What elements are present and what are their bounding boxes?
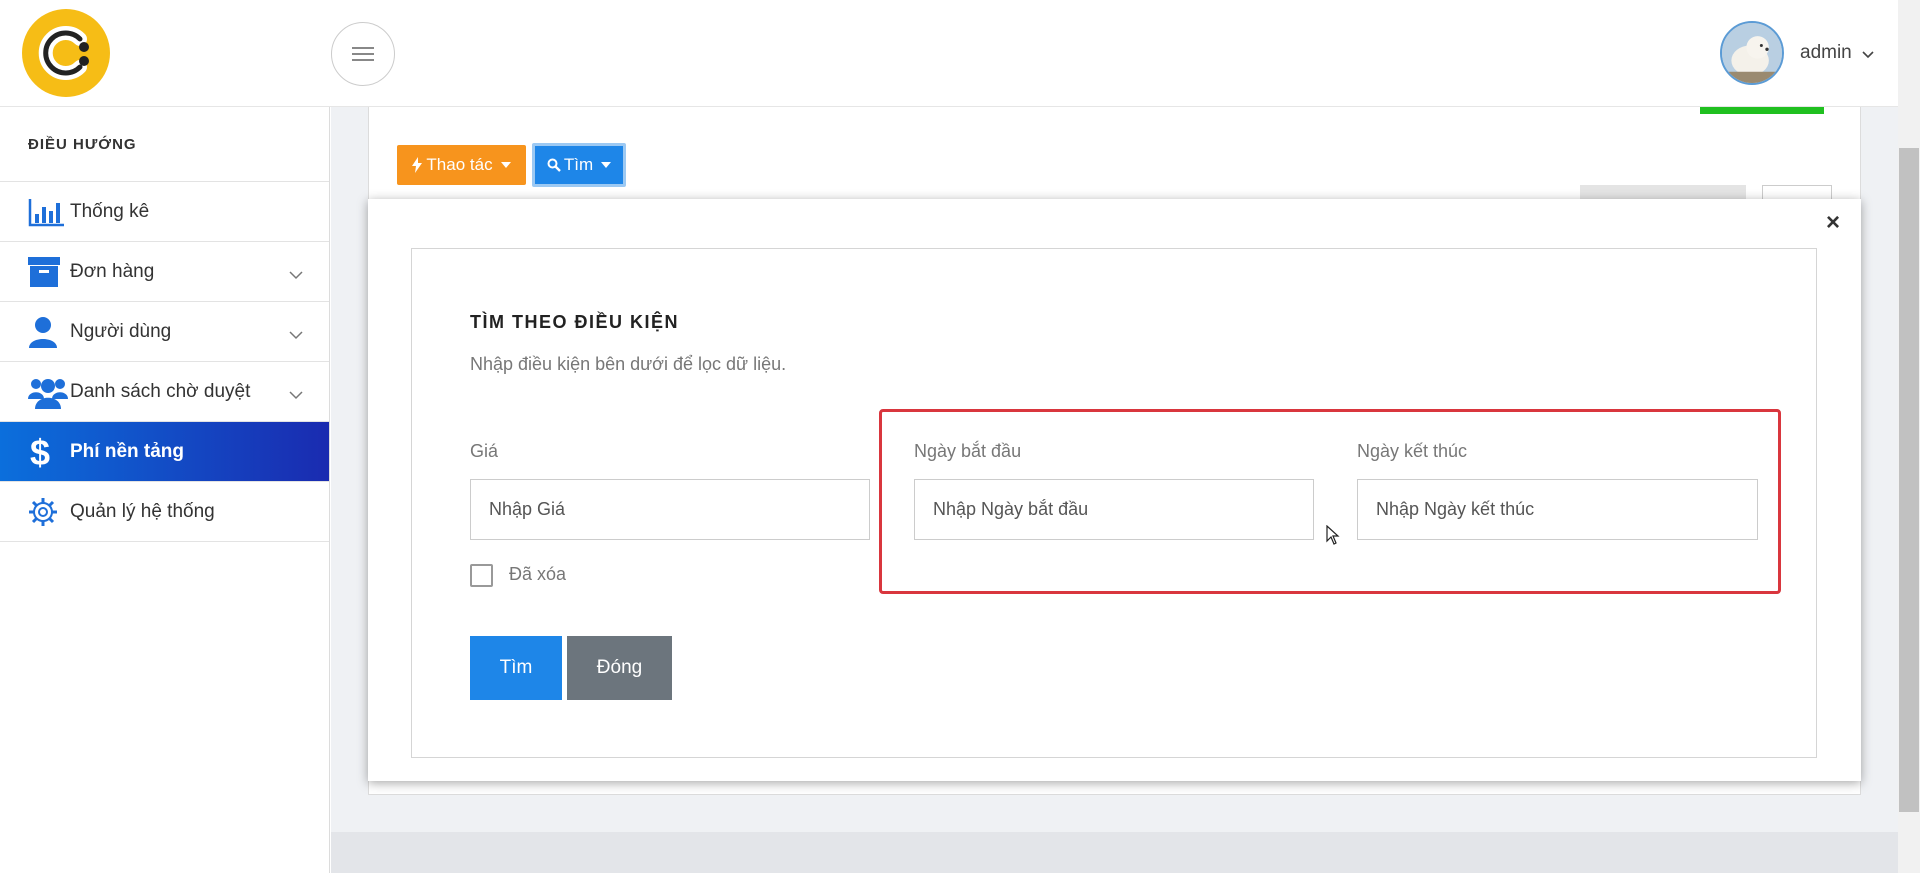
- sidebar-item-label: Quản lý hệ thống: [70, 500, 215, 522]
- search-subtitle: Nhập điều kiện bên dưới để lọc dữ liệu.: [470, 354, 787, 374]
- sidebar-item-system-management[interactable]: Quản lý hệ thống: [0, 482, 329, 542]
- chevron-down-icon: [289, 324, 303, 346]
- scrollbar-thumb[interactable]: [1899, 148, 1919, 812]
- sidebar-heading: ĐIỀU HƯỚNG: [0, 107, 329, 182]
- actions-label: Thao tác: [426, 155, 493, 174]
- sidebar-item-label: Đơn hàng: [70, 260, 155, 282]
- start-date-input[interactable]: [914, 479, 1314, 540]
- gear-icon: [28, 494, 68, 530]
- dollar-icon: $: [28, 434, 68, 470]
- brand-logo[interactable]: [22, 9, 110, 97]
- sidebar-item-pending-list[interactable]: Danh sách chờ duyệt: [0, 362, 329, 422]
- deleted-checkbox[interactable]: [470, 564, 493, 587]
- sidebar-item-statistics[interactable]: Thống kê: [0, 182, 329, 242]
- actions-dropdown-button[interactable]: Thao tác: [397, 145, 526, 185]
- close-button[interactable]: Đóng: [567, 636, 672, 700]
- mouse-cursor-icon: [1326, 524, 1340, 550]
- sidebar-item-platform-fee[interactable]: $ Phí nền tảng: [0, 422, 329, 482]
- hamburger-icon: [352, 45, 374, 63]
- hidden-toolbar-button: [1580, 185, 1746, 199]
- search-icon: [547, 158, 561, 172]
- archive-box-icon: [28, 254, 68, 290]
- start-date-label: Ngày bắt đầu: [914, 441, 1022, 461]
- sidebar-item-orders[interactable]: Đơn hàng: [0, 242, 329, 302]
- sidebar-item-label: Thống kê: [70, 200, 150, 222]
- user-avatar[interactable]: [1720, 21, 1784, 85]
- search-title: TÌM THEO ĐIỀU KIỆN: [470, 312, 680, 332]
- search-dropdown-button[interactable]: Tìm: [532, 143, 626, 187]
- sidebar-item-label: Phí nền tảng: [70, 440, 184, 462]
- lightning-icon: [412, 157, 423, 173]
- user-icon: [28, 314, 68, 350]
- caret-down-icon: [601, 162, 612, 168]
- sidebar: ĐIỀU HƯỚNG Thống kê Đơn hàng Người dùng …: [0, 107, 330, 873]
- chevron-down-icon: [289, 264, 303, 286]
- menu-toggle-button[interactable]: [331, 22, 395, 86]
- search-submit-button[interactable]: Tìm: [470, 636, 562, 700]
- sidebar-item-label: Danh sách chờ duyệt: [70, 380, 251, 402]
- polar-bear-avatar-icon: [1722, 23, 1782, 83]
- end-date-label: Ngày kết thúc: [1357, 441, 1468, 461]
- svg-text:$: $: [30, 434, 50, 470]
- users-group-icon: [28, 374, 68, 410]
- bar-chart-icon: [28, 194, 68, 230]
- user-name[interactable]: admin: [1800, 42, 1852, 64]
- close-icon[interactable]: ×: [1826, 211, 1840, 235]
- search-label: Tìm: [563, 155, 594, 174]
- logo-icon: [24, 11, 108, 95]
- price-input[interactable]: [470, 479, 870, 540]
- hidden-toolbar-button: [1762, 185, 1832, 199]
- end-date-input[interactable]: [1357, 479, 1758, 540]
- caret-down-icon: [500, 162, 511, 168]
- green-accent-bar: [1700, 107, 1824, 114]
- price-label: Giá: [470, 441, 499, 461]
- sidebar-item-users[interactable]: Người dùng: [0, 302, 329, 362]
- sidebar-item-label: Người dùng: [70, 320, 172, 342]
- page-footer: [331, 832, 1898, 873]
- chevron-down-icon: [289, 384, 303, 406]
- chevron-down-icon[interactable]: [1862, 46, 1874, 64]
- top-header: admin: [0, 0, 1898, 107]
- deleted-checkbox-label[interactable]: Đã xóa: [509, 564, 566, 585]
